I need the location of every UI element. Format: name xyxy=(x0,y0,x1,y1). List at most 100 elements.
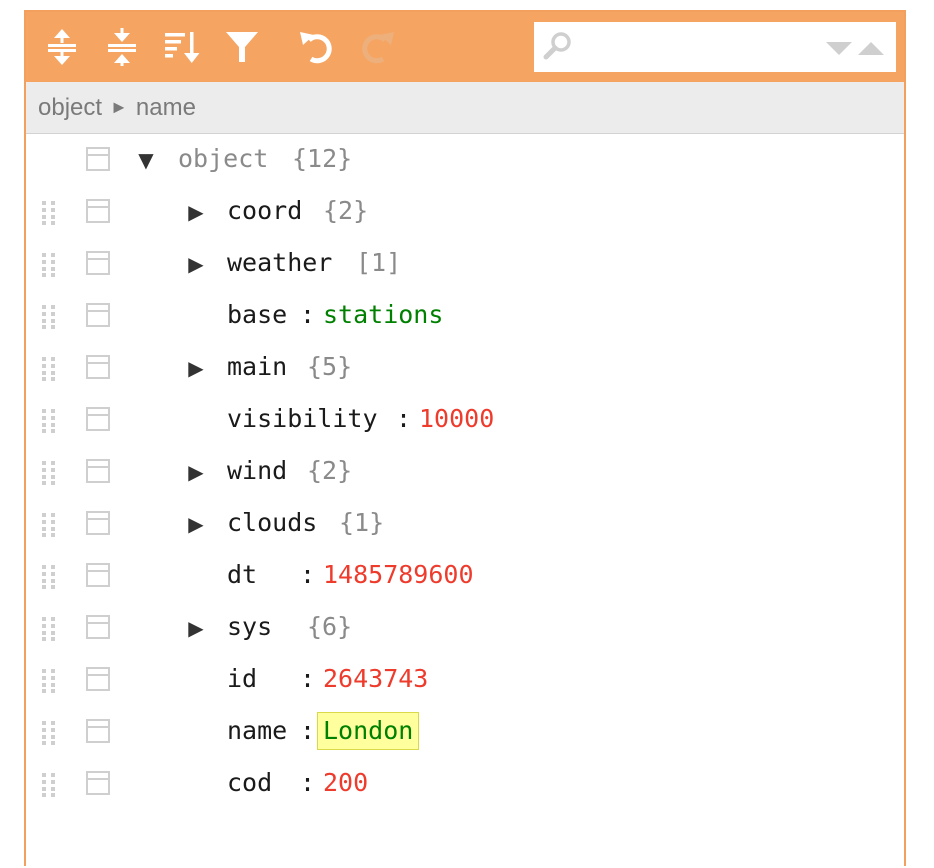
field-name[interactable]: wind xyxy=(227,454,287,488)
separator: : xyxy=(300,768,316,797)
expand-triangle-icon[interactable]: ▶ xyxy=(184,512,208,536)
context-menu-button[interactable] xyxy=(86,459,110,483)
field-name[interactable]: cod xyxy=(227,766,272,800)
drag-handle-icon[interactable] xyxy=(40,771,62,797)
undo-icon xyxy=(300,32,332,64)
search-previous-button[interactable] xyxy=(858,42,884,55)
context-menu-button[interactable] xyxy=(86,251,110,275)
drag-handle-icon[interactable] xyxy=(40,459,62,485)
field-name[interactable]: base xyxy=(227,298,287,332)
tree-row-base: base : stations xyxy=(26,290,904,342)
expand-triangle-icon[interactable]: ▶ xyxy=(184,252,208,276)
context-menu-button[interactable] xyxy=(86,355,110,379)
undo-button[interactable] xyxy=(294,25,338,69)
redo-button[interactable] xyxy=(356,25,400,69)
context-menu-button[interactable] xyxy=(86,303,110,327)
search-next-button[interactable] xyxy=(826,42,852,55)
breadcrumb-item-name[interactable]: name xyxy=(136,94,196,122)
child-count: {2} xyxy=(323,196,369,225)
field-name[interactable]: clouds xyxy=(227,506,317,540)
breadcrumb-separator: ► xyxy=(110,97,128,117)
context-menu-button[interactable] xyxy=(86,771,110,795)
child-count: {1} xyxy=(339,508,385,537)
separator: : xyxy=(300,560,316,589)
search-icon xyxy=(543,32,571,60)
tree-row-wind: ▶ wind {2} xyxy=(26,446,904,498)
field-value[interactable]: 10000 xyxy=(419,402,494,436)
context-menu-button[interactable] xyxy=(86,615,110,639)
tree-row-main: ▶ main {5} xyxy=(26,342,904,394)
child-count: [1] xyxy=(356,248,402,277)
tree-row-clouds: ▶ clouds {1} xyxy=(26,498,904,550)
tree-row-visibility: visibility : 10000 xyxy=(26,394,904,446)
child-count: {6} xyxy=(307,612,353,641)
drag-handle-icon[interactable] xyxy=(40,355,62,381)
field-name[interactable]: sys xyxy=(227,610,272,644)
field-name[interactable]: weather xyxy=(227,246,332,280)
field-value-highlighted[interactable]: London xyxy=(317,712,420,750)
context-menu-button[interactable] xyxy=(86,719,110,743)
separator: : xyxy=(396,404,412,433)
field-name[interactable]: coord xyxy=(227,194,302,228)
collapse-triangle-icon[interactable]: ▼ xyxy=(134,148,158,172)
expand-triangle-icon[interactable]: ▶ xyxy=(184,356,208,380)
expand-all-icon xyxy=(48,29,76,65)
tree-row-name: name : London xyxy=(26,706,904,758)
field-value[interactable]: 1485789600 xyxy=(323,558,474,592)
tree-view: ▼ object {12} ▶ coord {2} ▶ weather [1] … xyxy=(26,134,904,868)
drag-handle-icon[interactable] xyxy=(40,563,62,589)
filter-icon xyxy=(226,32,258,62)
tree-row-sys: ▶ sys {6} xyxy=(26,602,904,654)
sort-button[interactable] xyxy=(160,25,204,69)
drag-handle-icon[interactable] xyxy=(40,511,62,537)
drag-handle-icon[interactable] xyxy=(40,615,62,641)
tree-row-dt: dt : 1485789600 xyxy=(26,550,904,602)
field-name[interactable]: visibility xyxy=(227,402,378,436)
collapse-all-icon xyxy=(108,28,136,66)
redo-icon xyxy=(362,32,394,64)
context-menu-button[interactable] xyxy=(86,511,110,535)
toolbar xyxy=(26,12,904,82)
separator: : xyxy=(300,300,316,329)
separator: : xyxy=(300,664,316,693)
breadcrumb: object ► name xyxy=(26,82,904,134)
separator: : xyxy=(300,716,316,745)
field-name[interactable]: name xyxy=(227,714,287,748)
tree-row-coord: ▶ coord {2} xyxy=(26,186,904,238)
field-name[interactable]: id xyxy=(227,662,257,696)
context-menu-button[interactable] xyxy=(86,147,110,171)
tree-row-id: id : 2643743 xyxy=(26,654,904,706)
field-value[interactable]: 200 xyxy=(323,766,368,800)
context-menu-button[interactable] xyxy=(86,667,110,691)
field-name[interactable]: dt xyxy=(227,558,257,592)
field-value[interactable]: 2643743 xyxy=(323,662,428,696)
expand-triangle-icon[interactable]: ▶ xyxy=(184,200,208,224)
drag-handle-icon[interactable] xyxy=(40,303,62,329)
drag-handle-icon[interactable] xyxy=(40,667,62,693)
field-value[interactable]: stations xyxy=(323,298,443,332)
expand-triangle-icon[interactable]: ▶ xyxy=(184,616,208,640)
filter-button[interactable] xyxy=(220,25,264,69)
json-editor: object ► name ▼ object {12} ▶ coord {2} … xyxy=(24,10,906,866)
context-menu-button[interactable] xyxy=(86,199,110,223)
tree-row-root: ▼ object {12} xyxy=(26,134,904,186)
search-box xyxy=(534,22,896,72)
drag-handle-icon[interactable] xyxy=(40,719,62,745)
drag-handle-icon[interactable] xyxy=(40,199,62,225)
context-menu-button[interactable] xyxy=(86,407,110,431)
tree-row-weather: ▶ weather [1] xyxy=(26,238,904,290)
field-name[interactable]: main xyxy=(227,350,287,384)
context-menu-button[interactable] xyxy=(86,563,110,587)
expand-all-button[interactable] xyxy=(40,25,84,69)
breadcrumb-item-object[interactable]: object xyxy=(38,94,102,122)
tree-row-cod: cod : 200 xyxy=(26,758,904,810)
drag-handle-icon[interactable] xyxy=(40,407,62,433)
collapse-all-button[interactable] xyxy=(100,25,144,69)
child-count: {2} xyxy=(307,456,353,485)
child-count: {12} xyxy=(292,144,353,173)
expand-triangle-icon[interactable]: ▶ xyxy=(184,460,208,484)
sort-icon xyxy=(165,32,200,63)
search-input[interactable] xyxy=(576,30,806,64)
drag-handle-icon[interactable] xyxy=(40,251,62,277)
child-count: {5} xyxy=(307,352,353,381)
